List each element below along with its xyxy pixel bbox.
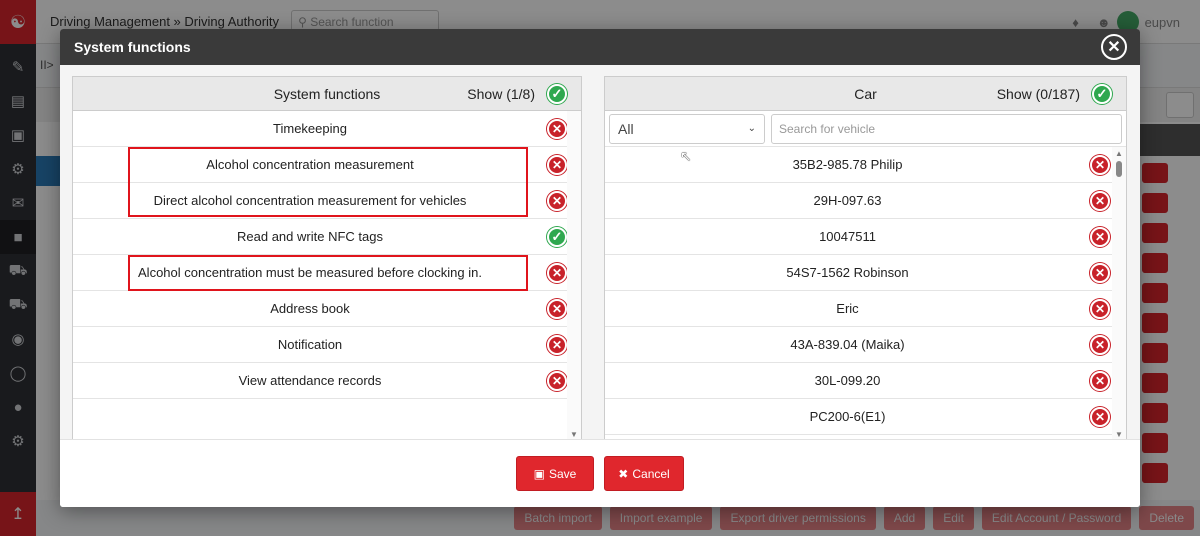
show-count: Show (1/8) — [467, 85, 535, 102]
disabled-x-icon[interactable]: ✕ — [1090, 191, 1110, 211]
check-all-icon[interactable]: ✓ — [1092, 84, 1112, 104]
car-label: 54S7-1562 Robinson — [786, 265, 909, 280]
disabled-x-icon[interactable]: ✕ — [1090, 155, 1110, 175]
system-functions-panel: System functions Show (1/8) ✓ Timekeepin… — [72, 76, 582, 442]
show-count: Show (0/187) — [996, 85, 1080, 102]
scroll-up-icon[interactable]: ▲ — [1115, 149, 1123, 158]
list-item: Timekeeping ✕ — [73, 111, 581, 147]
function-label: Read and write NFC tags — [237, 229, 383, 244]
car-label: 29H-097.63 — [813, 193, 882, 208]
disabled-x-icon[interactable]: ✕ — [1090, 335, 1110, 355]
highlight-box — [128, 147, 528, 217]
save-button[interactable]: ▣ Save — [516, 456, 594, 491]
modal-header: System functions ✕ — [60, 29, 1140, 65]
vehicle-search-placeholder: Search for vehicle — [779, 121, 876, 136]
modal-title: System functions — [74, 39, 191, 55]
disabled-x-icon[interactable]: ✕ — [1090, 407, 1110, 427]
disabled-x-icon[interactable]: ✕ — [547, 155, 567, 175]
vehicle-group-select[interactable]: All ⌄ — [609, 113, 765, 144]
select-value: All — [618, 120, 634, 137]
list-item: 30L-099.20 ✕ — [605, 363, 1126, 399]
close-button[interactable]: ✕ — [1101, 34, 1127, 60]
scrollbar[interactable]: ▲ ▼ — [1112, 147, 1126, 441]
enabled-check-icon[interactable]: ✓ — [547, 227, 567, 247]
modal-footer: ▣ Save ✖ Cancel — [60, 439, 1140, 507]
list-item: PC200-6(E1) ✕ — [605, 399, 1126, 435]
close-icon: ✕ — [1107, 39, 1121, 56]
car-panel: Car Show (0/187) ✓ All ⌄ Search for vehi… — [604, 76, 1127, 442]
save-label: Save — [548, 466, 577, 481]
cancel-label: Cancel — [632, 466, 670, 481]
disabled-x-icon[interactable]: ✕ — [1090, 227, 1110, 247]
disabled-x-icon[interactable]: ✕ — [1090, 263, 1110, 283]
panel-header: Car Show (0/187) ✓ — [605, 77, 1126, 111]
function-label: Notification — [277, 337, 343, 352]
panel-header: System functions Show (1/8) ✓ — [73, 77, 581, 111]
list-item: Eric ✕ — [605, 291, 1126, 327]
scrollbar-thumb[interactable] — [1116, 161, 1122, 177]
list-item: 43A-839.04 (Maika) ✕ — [605, 327, 1126, 363]
disabled-x-icon[interactable]: ✕ — [547, 119, 567, 139]
car-label: Eric — [836, 301, 859, 316]
car-label: PC200-6(E1) — [809, 409, 886, 424]
list-item: View attendance records ✕ — [73, 363, 581, 399]
function-label: View attendance records — [238, 373, 382, 388]
disabled-x-icon[interactable]: ✕ — [547, 263, 567, 283]
function-label: Address book — [270, 301, 350, 316]
scrollbar[interactable]: ▼ — [567, 111, 581, 441]
scroll-down-icon[interactable]: ▼ — [570, 430, 578, 439]
car-label: 43A-839.04 (Maika) — [790, 337, 905, 352]
highlight-box — [128, 255, 528, 291]
disabled-x-icon[interactable]: ✕ — [547, 335, 567, 355]
list-item: Notification ✕ — [73, 327, 581, 363]
car-label: 35B2-985.78 Philip — [792, 157, 903, 172]
scroll-down-icon[interactable]: ▼ — [1115, 430, 1123, 439]
disabled-x-icon[interactable]: ✕ — [1090, 371, 1110, 391]
close-icon: ✖ — [618, 466, 629, 481]
disabled-x-icon[interactable]: ✕ — [547, 191, 567, 211]
disabled-x-icon[interactable]: ✕ — [547, 299, 567, 319]
function-label: Timekeeping — [273, 121, 347, 136]
disabled-x-icon[interactable]: ✕ — [547, 371, 567, 391]
mouse-cursor-icon: ↖ — [680, 148, 692, 164]
car-filter-bar: All ⌄ Search for vehicle — [605, 111, 1126, 147]
system-functions-modal: System functions ✕ System functions Show… — [60, 29, 1140, 507]
list-item: Read and write NFC tags ✓ — [73, 219, 581, 255]
list-item: 10047511 ✕ — [605, 219, 1126, 255]
modal-body: System functions Show (1/8) ✓ Timekeepin… — [60, 65, 1140, 442]
car-label: 10047511 — [819, 229, 876, 244]
list-item: 29H-097.63 ✕ — [605, 183, 1126, 219]
check-all-icon[interactable]: ✓ — [547, 84, 567, 104]
disabled-x-icon[interactable]: ✕ — [1090, 299, 1110, 319]
chevron-down-icon: ⌄ — [747, 123, 756, 134]
list-item: 54S7-1562 Robinson ✕ — [605, 255, 1126, 291]
car-list: 35B2-985.78 Philip ✕ 29H-097.63 ✕ 10047511… — [605, 147, 1126, 435]
car-label: 30L-099.20 — [814, 373, 881, 388]
floppy-disk-icon: ▣ — [533, 466, 545, 481]
cancel-button[interactable]: ✖ Cancel — [604, 456, 684, 491]
list-item: Address book ✕ — [73, 291, 581, 327]
vehicle-search-input[interactable]: Search for vehicle — [771, 113, 1122, 144]
